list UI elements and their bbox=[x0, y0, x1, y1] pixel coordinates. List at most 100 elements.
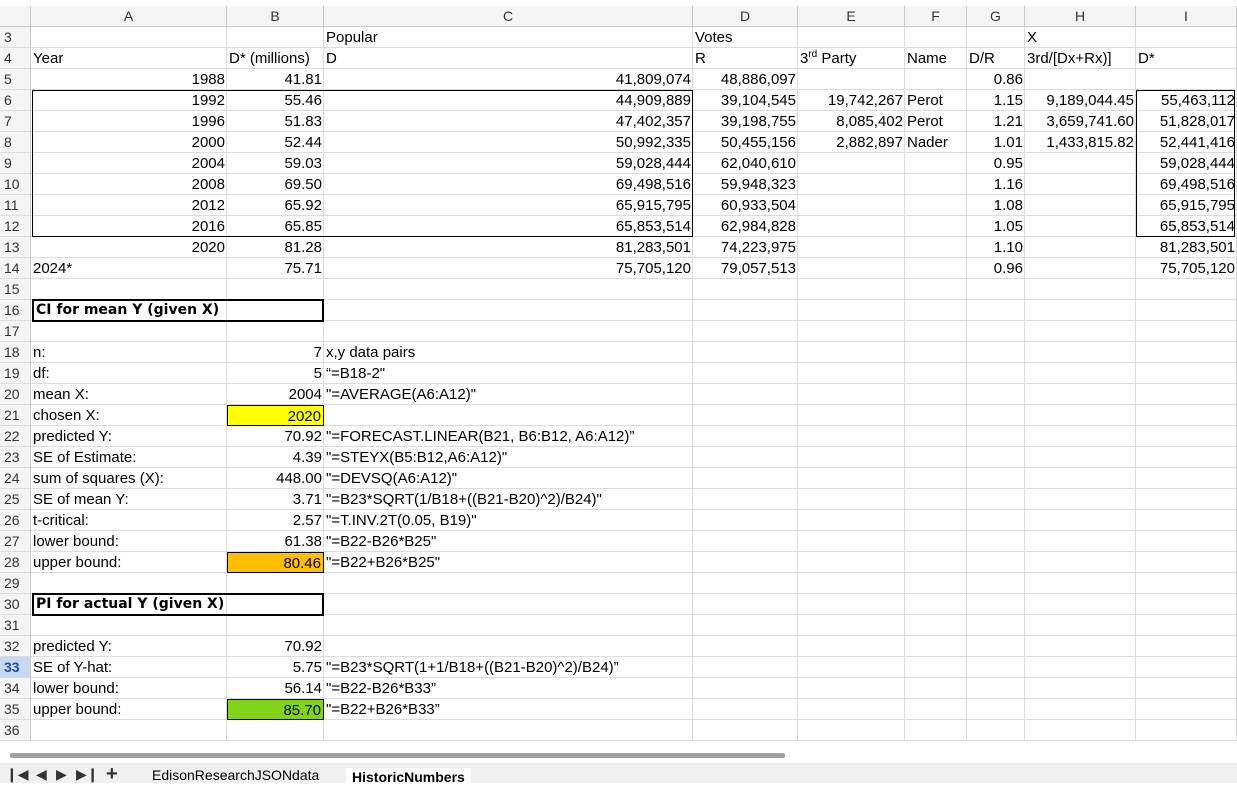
add-sheet-icon[interactable]: + bbox=[106, 764, 118, 784]
prev-sheet-icon[interactable]: ◀ bbox=[36, 765, 47, 783]
cell-i32[interactable] bbox=[1136, 636, 1237, 657]
cell-d26[interactable] bbox=[693, 510, 798, 531]
cell-e29[interactable] bbox=[798, 573, 905, 594]
cell-f32[interactable] bbox=[905, 636, 967, 657]
cell-d35[interactable] bbox=[693, 699, 798, 720]
cell-i30[interactable] bbox=[1136, 594, 1237, 615]
cell-d29[interactable] bbox=[693, 573, 798, 594]
cell-d25[interactable] bbox=[693, 489, 798, 510]
cell-b3[interactable] bbox=[227, 27, 324, 48]
row-header-18[interactable]: 18 bbox=[0, 342, 31, 363]
cell-h27[interactable] bbox=[1025, 531, 1136, 552]
cell-f5[interactable] bbox=[905, 69, 967, 90]
column-header-i[interactable]: I bbox=[1136, 6, 1237, 27]
cell-i26[interactable] bbox=[1136, 510, 1237, 531]
cell-b15[interactable] bbox=[227, 279, 324, 300]
cell-e17[interactable] bbox=[798, 321, 905, 342]
cell-c16[interactable] bbox=[324, 300, 693, 321]
cell-i28[interactable] bbox=[1136, 552, 1237, 573]
cell-a19[interactable] bbox=[31, 363, 227, 384]
row-header-3[interactable]: 3 bbox=[0, 27, 31, 48]
cell-f3[interactable] bbox=[905, 27, 967, 48]
cell-d17[interactable] bbox=[693, 321, 798, 342]
cell-d18[interactable] bbox=[693, 342, 798, 363]
cell-c29[interactable] bbox=[324, 573, 693, 594]
cell-i29[interactable] bbox=[1136, 573, 1237, 594]
first-sheet-icon[interactable]: ❙◀ bbox=[6, 765, 29, 783]
cell-e24[interactable] bbox=[798, 468, 905, 489]
cell-f31[interactable] bbox=[905, 615, 967, 636]
cell-e19[interactable] bbox=[798, 363, 905, 384]
cell-h20[interactable] bbox=[1025, 384, 1136, 405]
cell-h34[interactable] bbox=[1025, 678, 1136, 699]
cell-h24[interactable] bbox=[1025, 468, 1136, 489]
cell-f13[interactable] bbox=[905, 237, 967, 258]
cell-h18[interactable] bbox=[1025, 342, 1136, 363]
cell-f35[interactable] bbox=[905, 699, 967, 720]
cell-e27[interactable] bbox=[798, 531, 905, 552]
cell-g16[interactable] bbox=[967, 300, 1025, 321]
cell-e26[interactable] bbox=[798, 510, 905, 531]
cell-d34[interactable] bbox=[693, 678, 798, 699]
cell-b17[interactable] bbox=[227, 321, 324, 342]
cell-a31[interactable] bbox=[31, 615, 227, 636]
row-header-13[interactable]: 13 bbox=[0, 237, 31, 258]
cell-f14[interactable] bbox=[905, 258, 967, 279]
cell-f27[interactable] bbox=[905, 531, 967, 552]
cell-h31[interactable] bbox=[1025, 615, 1136, 636]
last-sheet-icon[interactable]: ▶❙ bbox=[76, 765, 99, 783]
cell-h16[interactable] bbox=[1025, 300, 1136, 321]
cell-e35[interactable] bbox=[798, 699, 905, 720]
row-header-21[interactable]: 21 bbox=[0, 405, 31, 426]
cell-d36[interactable] bbox=[693, 720, 798, 741]
cell-d33[interactable] bbox=[693, 657, 798, 678]
row-header-30[interactable]: 30 bbox=[0, 594, 31, 615]
cell-i27[interactable] bbox=[1136, 531, 1237, 552]
cell-g36[interactable] bbox=[967, 720, 1025, 741]
cell-e30[interactable] bbox=[798, 594, 905, 615]
cell-c31[interactable] bbox=[324, 615, 693, 636]
cell-f36[interactable] bbox=[905, 720, 967, 741]
cell-h35[interactable] bbox=[1025, 699, 1136, 720]
cell-h17[interactable] bbox=[1025, 321, 1136, 342]
cell-f22[interactable] bbox=[905, 426, 967, 447]
cell-i33[interactable] bbox=[1136, 657, 1237, 678]
cell-i19[interactable] bbox=[1136, 363, 1237, 384]
row-header-11[interactable]: 11 bbox=[0, 195, 31, 216]
cell-d27[interactable] bbox=[693, 531, 798, 552]
sheet-tab-edisonresearch[interactable]: EdisonResearchJSONdata bbox=[146, 768, 325, 783]
row-header-28[interactable]: 28 bbox=[0, 552, 31, 573]
row-header-6[interactable]: 6 bbox=[0, 90, 31, 111]
cell-f15[interactable] bbox=[905, 279, 967, 300]
cell-a15[interactable] bbox=[31, 279, 227, 300]
cell-e22[interactable] bbox=[798, 426, 905, 447]
column-header-f[interactable]: F bbox=[905, 6, 967, 27]
row-header-25[interactable]: 25 bbox=[0, 489, 31, 510]
column-header-c[interactable]: C bbox=[324, 6, 693, 27]
cell-h28[interactable] bbox=[1025, 552, 1136, 573]
row-header-4[interactable]: 4 bbox=[0, 48, 31, 69]
sheet-tab-historicnumbers[interactable]: HistoricNumbers bbox=[346, 768, 471, 785]
cell-i36[interactable] bbox=[1136, 720, 1237, 741]
cell-c36[interactable] bbox=[324, 720, 693, 741]
cell-d32[interactable] bbox=[693, 636, 798, 657]
cell-d23[interactable] bbox=[693, 447, 798, 468]
cell-h25[interactable] bbox=[1025, 489, 1136, 510]
row-header-12[interactable]: 12 bbox=[0, 216, 31, 237]
cell-g3[interactable] bbox=[967, 27, 1025, 48]
cell-i31[interactable] bbox=[1136, 615, 1237, 636]
cell-i23[interactable] bbox=[1136, 447, 1237, 468]
column-header-d[interactable]: D bbox=[693, 6, 798, 27]
cell-i22[interactable] bbox=[1136, 426, 1237, 447]
column-header-e[interactable]: E bbox=[798, 6, 905, 27]
cell-g22[interactable] bbox=[967, 426, 1025, 447]
cell-f33[interactable] bbox=[905, 657, 967, 678]
cell-g32[interactable] bbox=[967, 636, 1025, 657]
cell-h26[interactable] bbox=[1025, 510, 1136, 531]
cell-e34[interactable] bbox=[798, 678, 905, 699]
row-header-17[interactable]: 17 bbox=[0, 321, 31, 342]
cell-d28[interactable] bbox=[693, 552, 798, 573]
cell-g30[interactable] bbox=[967, 594, 1025, 615]
cell-d24[interactable] bbox=[693, 468, 798, 489]
row-header-5[interactable]: 5 bbox=[0, 69, 31, 90]
